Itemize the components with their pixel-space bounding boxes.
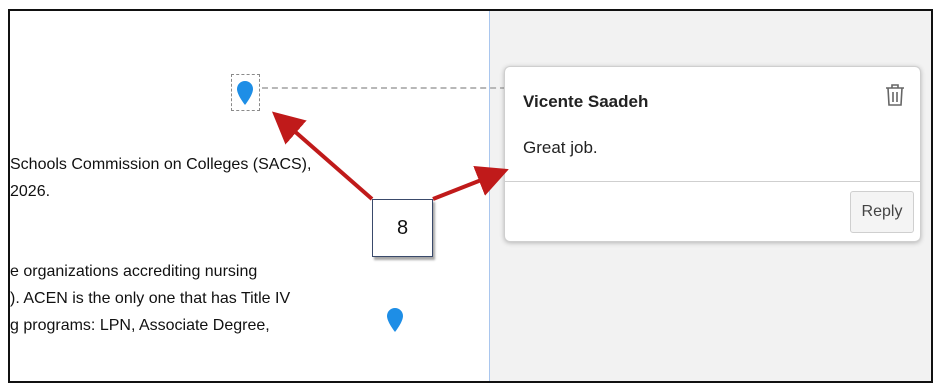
document-pane: Schools Commission on Colleges (SACS), 2… [10, 11, 489, 381]
document-text-line: g programs: LPN, Associate Degree, [10, 317, 270, 334]
location-pin-icon[interactable] [386, 307, 404, 333]
comment-card: Vicente Saadeh Great job. Reply [504, 66, 921, 242]
location-pin-icon[interactable] [236, 80, 254, 106]
card-divider [505, 181, 920, 182]
trash-icon[interactable] [884, 83, 906, 107]
document-text-line: Schools Commission on Colleges (SACS), [10, 156, 312, 173]
callout-number-box: 8 [372, 199, 433, 257]
reply-button[interactable]: Reply [850, 191, 914, 233]
document-text-line: e organizations accrediting nursing [10, 263, 258, 280]
screenshot-frame: Schools Commission on Colleges (SACS), 2… [8, 9, 933, 383]
comment-author: Vicente Saadeh [523, 92, 649, 111]
document-text-line: 2026. [10, 183, 51, 200]
comment-connector-line [262, 87, 506, 89]
comment-body: Great job. [523, 138, 598, 157]
document-text-line: ). ACEN is the only one that has Title I… [10, 290, 291, 307]
